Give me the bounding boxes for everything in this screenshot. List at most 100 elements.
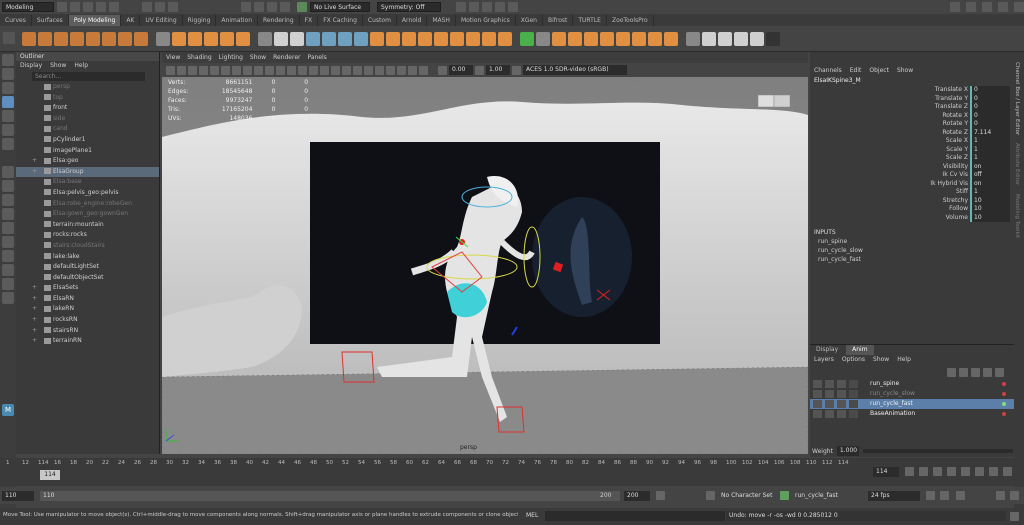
shelf-tool-icon[interactable] [86,31,100,46]
attr-name[interactable]: Scale Z [810,154,970,163]
outliner-item[interactable]: pCylinder1 [16,135,159,146]
outliner-menu-item[interactable]: Display [20,61,42,71]
open-scene-icon[interactable] [70,2,80,12]
expand-icon[interactable]: + [32,283,37,294]
attr-value[interactable]: 10 [970,205,1010,214]
outliner-menu-item[interactable]: Help [74,61,88,71]
shelf-tool-icon[interactable] [686,31,700,46]
shelf-tab[interactable]: Custom [363,15,397,26]
layer-menu-item[interactable]: Show [873,355,889,365]
layer-toggle-icon[interactable] [837,390,846,398]
modeling-toolkit-tab[interactable]: Modeling Toolkit [1014,194,1020,238]
shelf-tab[interactable]: Arnold [397,15,428,26]
exposure-field[interactable]: 0.00 [449,65,473,75]
shelf-tool-icon[interactable] [156,31,170,46]
time-slider[interactable]: 1 12 114 16 18 20 22 24 26 28 30 32 34 36 38 40 42 44 46 48… [0,458,1024,486]
resolution-gate-icon[interactable] [232,65,241,75]
shelf-tool-icon[interactable] [290,31,304,46]
channel-attr-row[interactable]: Rotate Z 7.114 [810,128,1014,137]
snap-view-icon[interactable] [280,2,290,12]
layer-tab[interactable]: Display [810,345,844,355]
shelf-tab[interactable]: Animation [216,15,258,26]
anim-layer-row[interactable]: run_cycle_fast [810,399,1014,409]
color-management-icon[interactable] [512,65,521,75]
render-sequence-icon[interactable] [469,2,479,12]
motion-blur-icon[interactable] [364,65,373,75]
channel-attr-row[interactable]: Translate Z0 [810,103,1014,112]
shelf-tool-icon[interactable] [750,31,764,46]
anim-layer-row[interactable]: run_cycle_slow [810,389,1014,399]
xray-joints-icon[interactable] [408,65,417,75]
wireframe-icon[interactable] [276,65,285,75]
layer-toggle-icon[interactable] [825,400,834,408]
outliner-item[interactable]: defaultLightSet [16,262,159,273]
shelf-tool-icon[interactable] [616,31,630,46]
wireframe-on-shaded-icon[interactable] [309,65,318,75]
input-node[interactable]: run_cycle_slow [810,246,1014,255]
layer-toggle-icon[interactable] [813,410,822,418]
shelf-tool-icon[interactable] [568,31,582,46]
shelf-tab[interactable]: Motion Graphics [456,15,516,26]
new-scene-icon[interactable] [57,2,67,12]
shelf-tab[interactable]: FX Caching [318,15,363,26]
layout-a-icon[interactable] [2,194,14,206]
layer-new-icon[interactable] [971,367,980,377]
film-gate-icon[interactable] [221,65,230,75]
channel-menu-item[interactable]: Edit [850,66,862,76]
outliner-item[interactable]: Elsa:base [16,177,159,188]
layer-toggle-icon[interactable] [837,410,846,418]
layer-delete-icon[interactable] [995,367,1004,377]
layout-h-icon[interactable] [2,292,14,304]
step-forward-key-icon[interactable] [975,467,984,476]
current-frame-marker[interactable]: 114 [40,470,60,480]
shelf-tool-icon[interactable] [258,31,272,46]
outliner-item[interactable]: + lakeRN [16,304,159,315]
outliner-item[interactable]: Elsa:gown_geo:gownGen [16,209,159,220]
shelf-tab[interactable]: ZooToolsPro [607,15,654,26]
outliner-item[interactable]: imagePlane1 [16,146,159,157]
isolate-icon[interactable] [386,65,395,75]
layer-toggle-icon[interactable] [813,400,822,408]
attr-name[interactable]: Translate X [810,86,970,95]
loop-icon[interactable] [926,491,935,500]
attr-value[interactable]: 10 [970,213,1010,222]
shelf-tool-icon[interactable] [134,31,148,46]
move-tool-icon[interactable] [2,96,14,108]
ao-icon[interactable] [353,65,362,75]
shelf-tool-icon[interactable] [450,31,464,46]
layout-g-icon[interactable] [2,278,14,290]
channel-attr-row[interactable]: Scale Y1 [810,145,1014,155]
attr-value[interactable]: 10 [970,196,1010,205]
go-end-icon[interactable] [1003,467,1012,476]
shelf-tab[interactable]: Surfaces [32,15,69,26]
shelf-tool-icon[interactable] [498,31,512,46]
shelf-tool-icon[interactable] [70,31,84,46]
expand-icon[interactable]: + [32,156,37,167]
channel-attr-row[interactable]: Translate Y0 [810,94,1014,103]
layout-c-icon[interactable] [2,222,14,234]
aa-icon[interactable] [375,65,384,75]
weight-field[interactable]: 1.000 [836,446,859,456]
redo-icon[interactable] [109,2,119,12]
render-frame-icon[interactable] [456,2,466,12]
hypershade-icon[interactable] [508,2,518,12]
ipr-render-icon[interactable] [482,2,492,12]
attr-name[interactable]: Scale Y [810,146,970,155]
channel-attr-row[interactable]: Volume 10 [810,213,1014,222]
select-hierarchy-icon[interactable] [142,2,152,12]
script-editor-icon[interactable] [1010,512,1019,521]
shelf-tool-icon[interactable] [766,31,780,46]
playback-prefs-icon[interactable] [1010,491,1019,500]
layer-toggle-icon[interactable] [837,400,846,408]
attr-name[interactable]: Visibility [810,163,970,172]
image-plane-icon[interactable] [199,65,208,75]
layout-f-icon[interactable] [2,264,14,276]
xray-active-icon[interactable] [419,65,428,75]
outliner-item[interactable]: stairs:cloudStairs [16,241,159,252]
outliner-item[interactable]: + terrainRN [16,336,159,347]
gate-mask-icon[interactable] [243,65,252,75]
channel-attr-row[interactable]: Stiff 1 [810,188,1014,197]
attr-name[interactable]: Follow [810,205,970,214]
channel-attr-row[interactable]: Translate X0 [810,86,1014,95]
shelf-tool-icon[interactable] [102,31,116,46]
